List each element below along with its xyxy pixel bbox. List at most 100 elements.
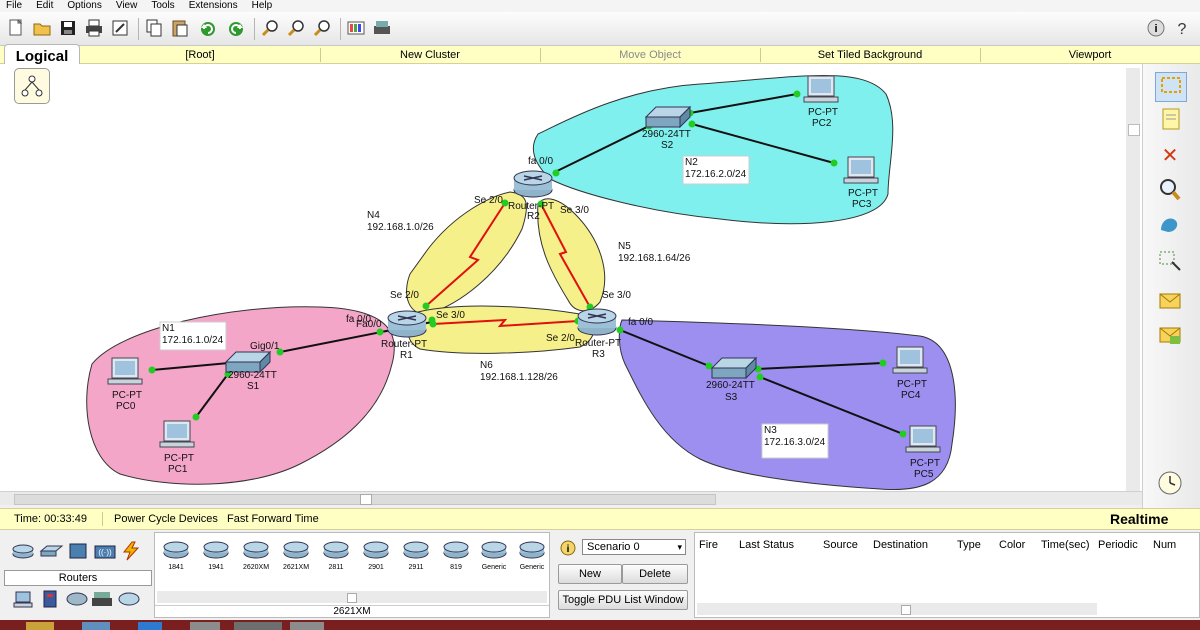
taskbar-app-icon-2[interactable] bbox=[82, 622, 110, 630]
menu-extensions[interactable]: Extensions bbox=[189, 0, 238, 12]
hscroll-thumb[interactable] bbox=[360, 494, 372, 505]
switches-category-icon[interactable] bbox=[38, 540, 68, 570]
cluster-navigation-icon[interactable] bbox=[14, 68, 50, 104]
save-icon[interactable] bbox=[58, 18, 78, 38]
routers-category-icon[interactable] bbox=[10, 540, 40, 570]
s2-model-label: 2960-24TT bbox=[642, 129, 691, 140]
connections-category-icon[interactable] bbox=[118, 540, 148, 570]
palette-icon[interactable] bbox=[346, 18, 366, 38]
pdu-col-color: Color bbox=[999, 539, 1026, 551]
new-cluster-button[interactable]: New Cluster bbox=[320, 46, 540, 64]
delete-tool-icon[interactable]: ✕ bbox=[1155, 142, 1185, 170]
pc-pc2[interactable] bbox=[803, 75, 839, 103]
model-generic-2[interactable]: Generic bbox=[517, 539, 547, 571]
n4-name-label: N4 bbox=[367, 210, 380, 221]
model-2911[interactable]: 2911 bbox=[401, 539, 431, 571]
model-2621xm[interactable]: 2621XM bbox=[281, 539, 311, 571]
pdu-scroll-thumb[interactable] bbox=[901, 605, 911, 615]
pc-pc0[interactable] bbox=[107, 357, 143, 385]
model-2901[interactable]: 2901 bbox=[361, 539, 391, 571]
n2-name-label: N2 bbox=[685, 157, 698, 168]
fast-forward-button[interactable]: Fast Forward Time bbox=[227, 513, 319, 525]
menu-bar: File Edit Options View Tools Extensions … bbox=[0, 0, 1200, 12]
select-tool-icon[interactable] bbox=[1155, 72, 1187, 102]
menu-tools[interactable]: Tools bbox=[151, 0, 174, 12]
redo-icon[interactable] bbox=[226, 18, 246, 38]
new-file-icon[interactable] bbox=[6, 18, 26, 38]
workspace-vertical-scrollbar[interactable] bbox=[1126, 68, 1140, 491]
power-cycle-button[interactable]: Power Cycle Devices bbox=[114, 513, 218, 525]
activity-wizard-icon[interactable] bbox=[110, 18, 130, 38]
open-folder-icon[interactable] bbox=[32, 18, 52, 38]
realtime-clock-icon[interactable] bbox=[1155, 469, 1185, 497]
toggle-pdu-list-button[interactable]: Toggle PDU List Window bbox=[558, 590, 688, 610]
delete-scenario-button[interactable]: Delete bbox=[622, 564, 688, 584]
switch-s3[interactable] bbox=[710, 356, 758, 380]
copy-icon[interactable] bbox=[144, 18, 164, 38]
s1-name-label: S1 bbox=[247, 381, 260, 392]
router-r3[interactable] bbox=[577, 308, 617, 336]
pc-pc1[interactable] bbox=[159, 420, 195, 448]
scenario-info-icon[interactable]: i bbox=[560, 540, 576, 556]
logical-workspace[interactable]: PC-PT PC2 PC-PT PC3 2960-24TT S2 N2 172.… bbox=[0, 64, 1142, 491]
undo-icon[interactable] bbox=[198, 18, 218, 38]
taskbar-app-icon-6[interactable] bbox=[290, 622, 324, 630]
scenario-select[interactable]: Scenario 0 ▾ bbox=[582, 539, 686, 555]
realtime-mode-label[interactable]: Realtime bbox=[1110, 511, 1168, 527]
menu-file[interactable]: File bbox=[6, 0, 22, 12]
menu-help[interactable]: Help bbox=[252, 0, 273, 12]
zoom-in-icon[interactable] bbox=[260, 18, 280, 38]
model-819[interactable]: 819 bbox=[441, 539, 471, 571]
model-2620xm[interactable]: 2620XM bbox=[241, 539, 271, 571]
help-icon[interactable]: i bbox=[1146, 18, 1166, 38]
set-tiled-background-button[interactable]: Set Tiled Background bbox=[760, 46, 980, 64]
switch-s2[interactable] bbox=[644, 105, 692, 129]
router-r1[interactable] bbox=[387, 310, 427, 338]
model-1941[interactable]: 1941 bbox=[201, 539, 231, 571]
model-scroll-thumb[interactable] bbox=[347, 593, 357, 603]
pc-pc3[interactable] bbox=[843, 156, 879, 184]
taskbar-app-icon-1[interactable] bbox=[26, 622, 54, 630]
taskbar-app-icon-3[interactable] bbox=[138, 622, 162, 630]
model-label: 2620XM bbox=[242, 564, 270, 571]
add-complex-pdu-icon[interactable] bbox=[1155, 322, 1185, 350]
add-simple-pdu-icon[interactable] bbox=[1155, 288, 1185, 316]
model-2811[interactable]: 2811 bbox=[321, 539, 351, 571]
model-label: 2621XM bbox=[282, 564, 310, 571]
zoom-reset-icon[interactable] bbox=[286, 18, 306, 38]
move-object-button[interactable]: Move Object bbox=[540, 46, 760, 64]
model-1841[interactable]: 1841 bbox=[161, 539, 191, 571]
resize-shape-tool-icon[interactable] bbox=[1155, 248, 1185, 276]
switch-s1[interactable] bbox=[224, 350, 272, 374]
custom-device-icon[interactable] bbox=[372, 18, 392, 38]
workspace-horizontal-scrollbar[interactable] bbox=[0, 491, 1142, 505]
menu-edit[interactable]: Edit bbox=[36, 0, 53, 12]
os-taskbar bbox=[0, 620, 1200, 630]
taskbar-app-icon-4[interactable] bbox=[190, 622, 220, 630]
model-scrollbar[interactable] bbox=[157, 591, 547, 603]
draw-shape-tool-icon[interactable] bbox=[1155, 212, 1185, 240]
pc2-model-label: PC-PT bbox=[808, 107, 838, 118]
zoom-out-icon[interactable] bbox=[312, 18, 332, 38]
help-extra-icon[interactable]: ? bbox=[1172, 18, 1192, 38]
router-r2[interactable] bbox=[513, 170, 553, 198]
pc0-model-label: PC-PT bbox=[112, 390, 142, 401]
pc-pc4[interactable] bbox=[892, 346, 928, 374]
inspect-tool-icon[interactable] bbox=[1155, 176, 1185, 204]
multiuser-category-icon[interactable] bbox=[116, 588, 146, 618]
taskbar-app-icon-5[interactable] bbox=[234, 622, 282, 630]
root-button[interactable]: [Root] bbox=[80, 46, 320, 64]
print-icon[interactable] bbox=[84, 18, 104, 38]
menu-options[interactable]: Options bbox=[67, 0, 101, 12]
vscroll-thumb[interactable] bbox=[1128, 124, 1140, 136]
menu-view[interactable]: View bbox=[116, 0, 138, 12]
n1-subnet-label: 172.16.1.0/24 bbox=[162, 335, 224, 346]
viewport-button[interactable]: Viewport bbox=[980, 46, 1200, 64]
r2-se2-port-label: Se 2/0 bbox=[474, 195, 503, 206]
paste-icon[interactable] bbox=[170, 18, 190, 38]
pdu-scrollbar[interactable] bbox=[697, 603, 1097, 615]
new-scenario-button[interactable]: New bbox=[558, 564, 622, 584]
model-generic-1[interactable]: Generic bbox=[479, 539, 509, 571]
note-tool-icon[interactable] bbox=[1155, 106, 1185, 134]
pc-pc5[interactable] bbox=[905, 425, 941, 453]
